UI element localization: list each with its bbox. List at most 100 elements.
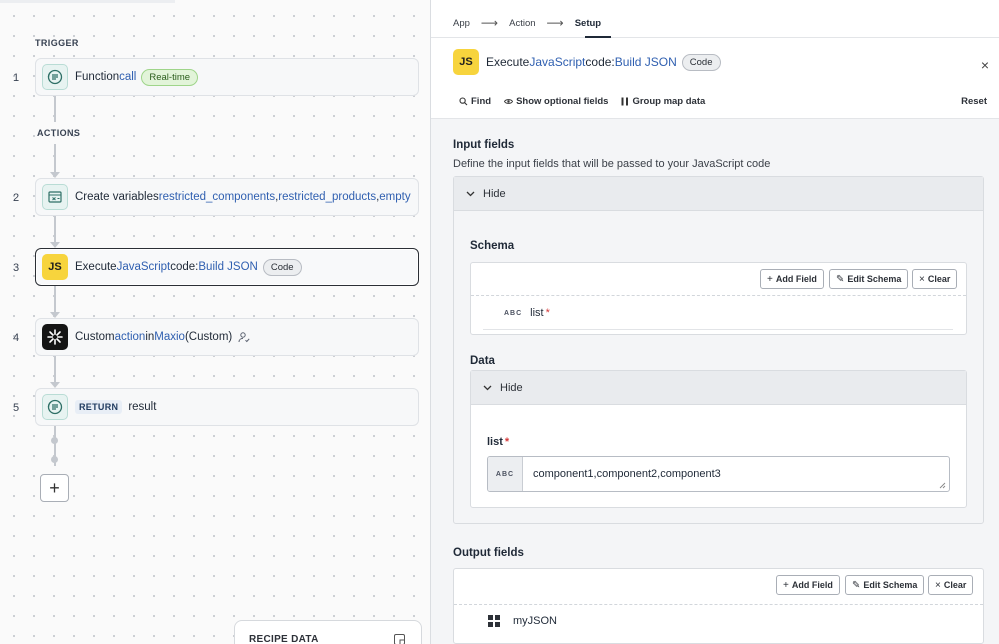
code-badge: Code — [262, 258, 302, 276]
step-2-var-empty: empty — [379, 191, 411, 203]
schema-field-list[interactable]: ABC list * — [504, 307, 550, 319]
connector-line — [54, 286, 56, 312]
output-field-myjson[interactable]: myJSON — [488, 615, 557, 627]
show-optional-fields-button[interactable]: Show optional fields — [504, 96, 608, 107]
clear-label: Clear — [927, 274, 951, 284]
edit-schema-button[interactable]: ✎ Edit Schema — [829, 269, 909, 289]
eye-icon — [504, 99, 514, 104]
step-number-3: 3 — [12, 262, 20, 274]
list-input-value[interactable]: component1,component2,component3 — [523, 457, 721, 491]
output-fields-title: Output fields — [453, 547, 524, 559]
code-badge: Code — [681, 53, 721, 71]
step-1-text-call: call — [119, 71, 137, 83]
group-map-data-button[interactable]: Group map data — [621, 96, 705, 107]
step-number-4: 4 — [12, 332, 20, 344]
add-step-button[interactable]: + — [40, 474, 69, 502]
step-card-return[interactable]: RETURN result — [35, 388, 419, 426]
pencil-icon: ✎ — [836, 273, 845, 285]
actions-label: ACTIONS — [37, 128, 81, 138]
breadcrumb: App ⟶ Action ⟶ Setup — [453, 16, 601, 30]
step-3-text-execute: Execute — [75, 261, 117, 273]
clear-button[interactable]: × Clear — [928, 575, 974, 595]
breadcrumb-app[interactable]: App — [453, 18, 470, 29]
step-4-text-maxio: Maxio — [154, 331, 185, 343]
arrow-right-icon: ⟶ — [480, 16, 499, 30]
schema-row-divider — [483, 329, 953, 330]
plus-icon: + — [767, 273, 773, 285]
breadcrumb-action[interactable]: Action — [509, 18, 535, 29]
step-number-1: 1 — [12, 72, 20, 84]
step-card-function-call[interactable]: Function call Real-time — [35, 58, 419, 96]
data-field-name: list — [487, 436, 503, 448]
x-icon: × — [919, 273, 925, 285]
step-4-text-custom-suffix: (Custom) — [184, 331, 233, 343]
function-icon — [42, 394, 68, 420]
pencil-icon: ✎ — [852, 579, 861, 591]
step-4-text-action: action — [114, 331, 146, 343]
text-type-icon: ABC — [488, 457, 523, 491]
step-config-panel: App ⟶ Action ⟶ Setup JS Execute JavaScri… — [430, 0, 999, 644]
step-4-text-in: in — [145, 331, 155, 343]
find-label: Find — [471, 96, 492, 107]
hide-label: Hide — [483, 187, 506, 200]
function-icon — [42, 64, 68, 90]
edit-schema-label: Edit Schema — [863, 580, 918, 590]
arrow-right-icon: ⟶ — [546, 16, 564, 30]
data-field-label: list * — [487, 436, 509, 448]
maxio-logo-icon — [42, 324, 68, 350]
recipe-data-panel[interactable]: RECIPE DATA — [234, 620, 422, 644]
group-map-label: Group map data — [632, 96, 706, 107]
step-card-custom-action[interactable]: Custom action in Maxio (Custom) — [35, 318, 419, 356]
add-field-button[interactable]: + Add Field — [776, 575, 840, 595]
find-button[interactable]: Find — [459, 96, 491, 107]
title-text-execute: Execute — [486, 55, 530, 69]
recipe-canvas: TRIGGER 1 Function call Real-time ACTION… — [0, 0, 430, 644]
schema-field-name: list — [530, 307, 544, 319]
connector-line — [54, 96, 56, 122]
step-card-execute-javascript[interactable]: JS Execute JavaScript code: Build JSON C… — [35, 248, 419, 286]
abc-label: ABC — [495, 470, 515, 478]
canvas-top-strip — [0, 0, 175, 3]
input-fields-hide-toggle[interactable]: Hide — [454, 177, 983, 211]
breadcrumb-divider — [431, 37, 999, 38]
resize-handle-icon — [939, 482, 946, 489]
expand-panel-icon[interactable] — [394, 634, 405, 644]
clear-label: Clear — [943, 580, 967, 590]
panel-toolbar: Find Show optional fields Group map data — [459, 96, 718, 107]
connector-line — [54, 356, 56, 382]
list-input[interactable]: ABC component1,component2,component3 — [487, 456, 950, 492]
add-field-button[interactable]: + Add Field — [760, 269, 824, 289]
chevron-down-icon — [483, 385, 492, 390]
data-title: Data — [470, 355, 495, 367]
hide-label: Hide — [500, 381, 523, 394]
reset-button[interactable]: Reset — [961, 96, 987, 107]
user-connection-icon — [238, 331, 250, 343]
step-2-var-restricted-components: restricted_components — [158, 191, 276, 203]
step-2-text-create: Create variables — [75, 191, 159, 203]
step-1-text-function: Function — [75, 71, 120, 83]
step-number-2: 2 — [12, 192, 20, 204]
step-3-text-build-json: Build JSON — [198, 261, 258, 273]
breadcrumb-setup[interactable]: Setup — [575, 18, 601, 29]
trigger-label: TRIGGER — [35, 38, 79, 48]
plus-icon: + — [783, 579, 789, 591]
required-marker: * — [504, 436, 510, 448]
step-3-text-code: code: — [170, 261, 199, 273]
edit-schema-label: Edit Schema — [847, 274, 902, 284]
title-text-javascript: JavaScript — [529, 55, 586, 69]
clear-button[interactable]: × Clear — [912, 269, 958, 289]
x-icon: × — [935, 579, 941, 591]
connector-line — [54, 144, 56, 172]
return-tag: RETURN — [75, 400, 123, 414]
edit-schema-button[interactable]: ✎ Edit Schema — [845, 575, 925, 595]
plus-icon: + — [49, 478, 60, 498]
add-field-label: Add Field — [791, 580, 833, 590]
close-icon[interactable]: × — [981, 57, 989, 73]
input-fields-title: Input fields — [453, 139, 515, 151]
step-3-text-javascript: JavaScript — [116, 261, 171, 273]
data-hide-toggle[interactable]: Hide — [471, 371, 966, 405]
step-4-text-custom: Custom — [75, 331, 115, 343]
schema-title: Schema — [470, 240, 515, 252]
step-card-create-variables[interactable]: Create variables restricted_components ,… — [35, 178, 419, 216]
connector-dot — [51, 456, 58, 463]
